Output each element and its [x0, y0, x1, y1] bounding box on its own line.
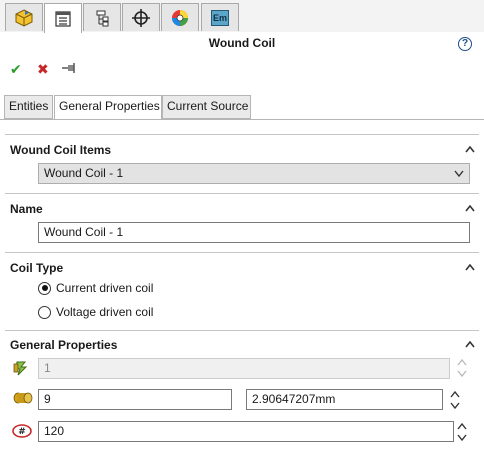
wire-diameter-field[interactable]: 2.90647207mm [246, 389, 443, 410]
dimxpert-tab[interactable] [122, 3, 160, 31]
radio-current-driven-coil[interactable]: Current driven coil [38, 280, 153, 296]
collapse-chevron-icon[interactable] [465, 340, 475, 348]
chevron-down-icon [454, 170, 464, 177]
radio-label: Voltage driven coil [56, 305, 154, 319]
tabs-underline [0, 119, 484, 120]
section-title-name: Name [10, 202, 43, 216]
collapse-chevron-icon[interactable] [465, 204, 475, 212]
property-list-icon [55, 10, 71, 27]
coil-count-icon [11, 358, 33, 378]
em-tab[interactable]: Em [201, 3, 239, 31]
svg-text:#: # [18, 427, 26, 437]
section-divider [5, 330, 479, 331]
part-cube-icon [15, 8, 33, 27]
section-divider [5, 252, 479, 253]
section-divider [5, 134, 479, 135]
display-manager-tab[interactable] [161, 3, 199, 31]
turns-icon: # [11, 421, 33, 441]
cancel-button[interactable]: ✖ [37, 61, 49, 77]
propertymanager-tab[interactable] [44, 3, 82, 33]
tab-current-source[interactable]: Current Source [162, 95, 251, 119]
manager-tab-strip: Em [0, 0, 484, 33]
spinner-disabled [457, 357, 467, 379]
turns-field[interactable]: 120 [38, 421, 454, 442]
panel-title: Wound Coil [208, 36, 276, 50]
ok-button[interactable]: ✔ [10, 61, 22, 77]
section-title-coil-type: Coil Type [10, 261, 64, 275]
wire-gauge-icon [11, 388, 33, 408]
property-tabs: Entities General Properties Current Sour… [0, 95, 484, 120]
tab-general-properties[interactable]: General Properties [54, 95, 162, 120]
featuremanager-tab[interactable] [5, 3, 43, 31]
coil-count-field: 1 [38, 358, 450, 379]
wire-gauge-field[interactable]: 9 [38, 389, 232, 410]
radio-label: Current driven coil [56, 281, 154, 295]
section-title-wound-coil-items: Wound Coil Items [10, 143, 112, 157]
pin-button[interactable] [62, 61, 76, 77]
radio-button[interactable] [38, 281, 51, 295]
crosshair-icon [132, 8, 150, 27]
color-wheel-icon [172, 9, 188, 26]
pushpin-icon [62, 63, 75, 73]
help-icon[interactable]: ? [458, 37, 472, 51]
configurationmanager-tab[interactable] [83, 3, 121, 31]
wound-coil-items-dropdown[interactable]: Wound Coil - 1 [38, 163, 470, 184]
tab-entities[interactable]: Entities [4, 95, 53, 119]
radio-button[interactable] [38, 305, 51, 319]
em-icon: Em [211, 9, 229, 26]
collapse-chevron-icon[interactable] [465, 145, 475, 153]
section-title-general-properties: General Properties [10, 338, 118, 352]
name-field[interactable]: Wound Coil - 1 [38, 222, 470, 243]
wire-diameter-spinner[interactable] [450, 389, 460, 411]
collapse-chevron-icon[interactable] [465, 263, 475, 271]
radio-voltage-driven-coil[interactable]: Voltage driven coil [38, 304, 153, 320]
configuration-tree-icon [96, 10, 109, 26]
turns-spinner[interactable] [457, 421, 467, 443]
section-divider [5, 193, 479, 194]
dropdown-selected-value: Wound Coil - 1 [44, 166, 124, 180]
